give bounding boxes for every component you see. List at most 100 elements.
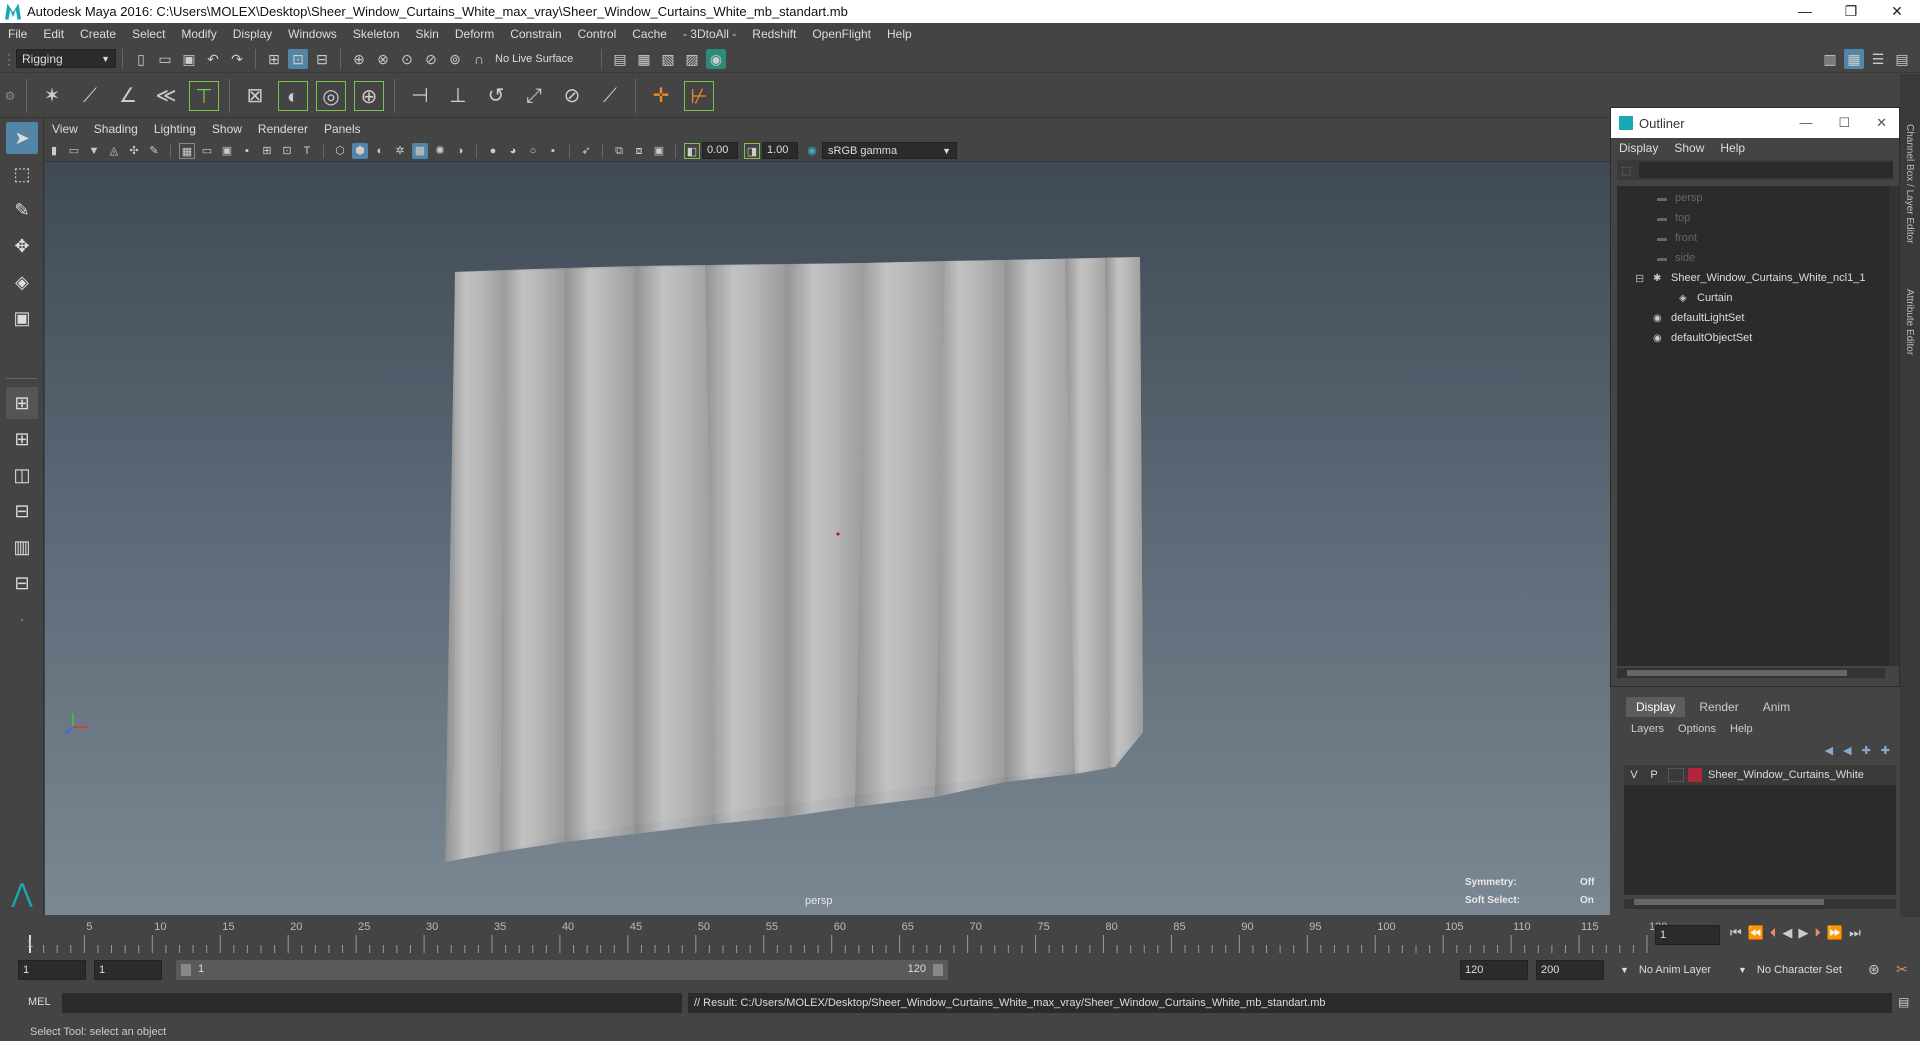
menu-item[interactable]: Windows (280, 27, 345, 41)
close-icon[interactable]: ✕ (1876, 115, 1887, 131)
layer-row[interactable]: V P Sheer_Window_Curtains_White (1624, 765, 1896, 785)
shelf-options-icon[interactable]: ⚙ (4, 81, 16, 111)
outliner-item[interactable]: ▬ top (1617, 208, 1889, 228)
safe-title-icon[interactable]: T (299, 143, 315, 159)
outliner-item[interactable]: ◈ Curtain (1617, 288, 1889, 308)
playback-end-field[interactable]: 120 (1460, 960, 1528, 980)
move-tool-icon[interactable]: ✥ (6, 230, 38, 262)
curtain-mesh[interactable] (45, 162, 1610, 915)
channel-box-tab[interactable]: Channel Box / Layer Editor (1904, 124, 1915, 244)
select-tool-icon[interactable]: ➤ (6, 122, 38, 154)
character-set-dropdown[interactable]: ▼ No Character Set (1738, 960, 1878, 980)
ik-handle-icon[interactable]: ∠ (113, 81, 143, 111)
script-language-label[interactable]: MEL (28, 996, 51, 1008)
select-component-icon[interactable]: ⊟ (312, 49, 332, 69)
film-gate-icon[interactable]: ▭ (199, 143, 215, 159)
menu-item[interactable]: Edit (35, 27, 72, 41)
step-back-key-icon[interactable]: ⏪ (1748, 925, 1764, 941)
panel-menu-item[interactable]: View (44, 122, 86, 136)
isolate-select-icon[interactable]: ➶ (578, 143, 594, 159)
panel-menu-item[interactable]: Show (204, 122, 250, 136)
menu-item[interactable]: Deform (447, 27, 502, 41)
2d-pan-zoom-icon[interactable]: ✣ (126, 143, 142, 159)
four-pane-icon[interactable]: ⊞ (6, 423, 38, 455)
toggle-handle-icon[interactable]: ⋮ (2, 49, 16, 69)
select-hierarchy-icon[interactable]: ⊞ (264, 49, 284, 69)
menu-item[interactable]: Select (124, 27, 173, 41)
single-pane-icon[interactable]: ⊞ (6, 387, 38, 419)
minimize-button[interactable]: — (1782, 3, 1828, 20)
new-scene-icon[interactable]: ▯ (131, 49, 151, 69)
render-view-icon[interactable]: ▤ (610, 49, 630, 69)
outliner-item[interactable]: ▬ side (1617, 248, 1889, 268)
preferences-icon[interactable]: ✂ (1896, 961, 1908, 978)
parent-constraint-icon[interactable]: ⊘ (557, 81, 587, 111)
filter-icon[interactable]: ⬚ (1621, 164, 1631, 177)
layer-menu-item[interactable]: Layers (1624, 723, 1671, 735)
exposure-field[interactable]: 0.00 (702, 142, 738, 159)
redo-icon[interactable]: ↷ (227, 49, 247, 69)
current-frame-field[interactable]: 1 (1655, 925, 1720, 945)
more-layouts-icon[interactable]: · (6, 603, 38, 635)
go-to-end-icon[interactable]: ⏭ (1849, 925, 1861, 941)
outliner-search-input[interactable] (1639, 162, 1893, 178)
layer-visibility-toggle[interactable]: V (1624, 769, 1644, 781)
camera-attributes-icon[interactable]: ▭ (66, 143, 82, 159)
lasso-tool-icon[interactable]: ⬚ (6, 158, 38, 190)
scale-tool-icon[interactable]: ▣ (6, 302, 38, 334)
grease-pencil-icon[interactable]: ✎ (146, 143, 162, 159)
range-slider-bar[interactable]: 1 120 (176, 960, 948, 980)
layer-editor-tab[interactable]: Anim (1753, 697, 1800, 717)
new-layer-icon[interactable]: ✚ (1862, 744, 1871, 757)
xray-joints-icon[interactable]: ⧈ (631, 143, 647, 159)
anim-layer-dropdown[interactable]: ▼ No Anim Layer (1620, 960, 1750, 980)
screen-space-ao-icon[interactable]: ● (485, 143, 501, 159)
maximize-button[interactable]: ❐ (1828, 3, 1874, 20)
outliner-item[interactable]: ◉ defaultObjectSet (1617, 328, 1889, 348)
layer-editor-tab[interactable]: Render (1689, 697, 1748, 717)
panel-menu-item[interactable]: Panels (316, 122, 369, 136)
undo-icon[interactable]: ↶ (203, 49, 223, 69)
textured-icon[interactable]: ▩ (412, 142, 428, 159)
outliner-menu-item[interactable]: Show (1666, 141, 1712, 155)
attribute-editor-tab[interactable]: Attribute Editor (1904, 289, 1915, 355)
menu-item[interactable]: Constrain (502, 27, 569, 41)
snap-grid-icon[interactable]: ⊕ (349, 49, 369, 69)
wireframe-on-shaded-icon[interactable]: ✲ (392, 143, 408, 159)
close-button[interactable]: ✕ (1874, 3, 1920, 20)
rotate-tool-icon[interactable]: ◈ (6, 266, 38, 298)
outliner-hscrollbar[interactable] (1617, 668, 1885, 678)
maya-home-icon[interactable]: ⋀ (4, 878, 40, 908)
hypershade-icon[interactable]: ◉ (706, 48, 726, 69)
menu-item[interactable]: Skeleton (345, 27, 408, 41)
layer-hscrollbar[interactable] (1624, 899, 1896, 909)
cluster-handle-icon[interactable]: ⊬ (684, 80, 714, 111)
layer-menu-item[interactable]: Options (1671, 723, 1723, 735)
move-layer-down-icon[interactable]: ◀ (1843, 744, 1851, 757)
aim-constraint-icon[interactable]: ⊥ (443, 81, 473, 111)
exposure-icon[interactable]: ◧ (684, 142, 700, 159)
menu-item[interactable]: Help (879, 27, 920, 41)
command-input[interactable] (62, 993, 682, 1013)
layer-type-toggle[interactable] (1668, 768, 1684, 782)
image-plane-icon[interactable]: ◬ (106, 143, 122, 159)
save-scene-icon[interactable]: ▣ (179, 49, 199, 69)
new-layer-selected-icon[interactable]: ✚ (1881, 744, 1890, 757)
xray-active-icon[interactable]: ▣ (651, 143, 667, 159)
outliner-item[interactable]: ⊟ ✱ Sheer_Window_Curtains_White_ncl1_1 (1617, 268, 1889, 288)
color-space-dropdown[interactable]: sRGB gamma ▼ (822, 142, 957, 159)
script-editor-icon[interactable]: ▤ (1898, 995, 1909, 1009)
xray-icon[interactable]: ⧉ (611, 143, 627, 159)
default-material-icon[interactable]: ◐ (372, 143, 388, 159)
snap-surface-icon[interactable]: ⊚ (445, 49, 465, 69)
outliner-item[interactable]: ◉ defaultLightSet (1617, 308, 1889, 328)
minimize-icon[interactable]: — (1799, 115, 1812, 131)
snap-point-icon[interactable]: ⊙ (397, 49, 417, 69)
maximize-icon[interactable]: ☐ (1838, 115, 1850, 131)
anti-aliasing-icon[interactable]: ○ (525, 143, 541, 159)
insert-joint-icon[interactable]: ⟋ (75, 81, 105, 111)
timeline-ticks[interactable]: 15 10 15 20 25 30 35 40 45 50 55 60 65 70 75 80 85 90 95 10… (22, 917, 1672, 953)
menu-item[interactable]: Redshift (744, 27, 804, 41)
magnet-icon[interactable]: ∩ (469, 49, 489, 69)
menu-item[interactable]: Modify (173, 27, 224, 41)
